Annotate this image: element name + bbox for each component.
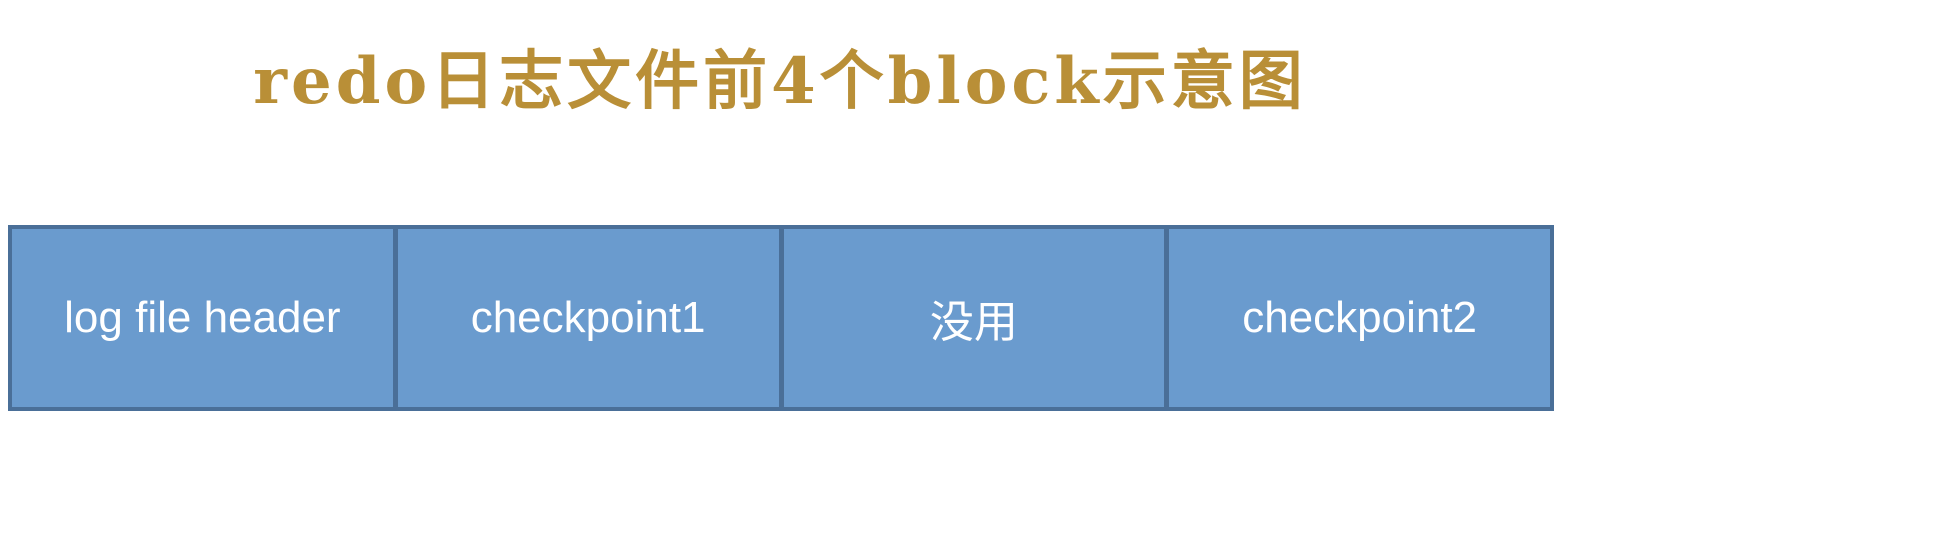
block-label: log file header	[64, 293, 341, 342]
block-checkpoint2: checkpoint2	[1169, 229, 1550, 407]
diagram-title: redo日志文件前4个block示意图	[253, 44, 1307, 119]
block-log-file-header: log file header	[12, 229, 398, 407]
block-label: checkpoint2	[1242, 293, 1478, 342]
block-checkpoint1: checkpoint1	[398, 229, 784, 407]
block-label: 没用	[929, 298, 1018, 347]
block-unused: 没用	[784, 229, 1170, 407]
block-label: checkpoint1	[470, 293, 706, 342]
block-row: log file header checkpoint1 没用 checkpoin…	[8, 225, 1554, 411]
